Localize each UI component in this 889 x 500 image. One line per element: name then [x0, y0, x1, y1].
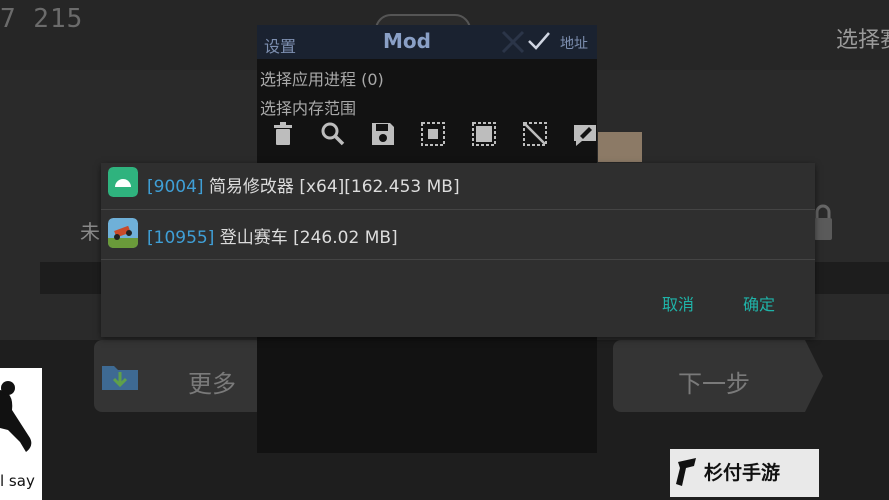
chip-icon[interactable]	[471, 121, 497, 147]
trash-icon[interactable]	[270, 121, 296, 147]
process-label: [10955] 登山赛车 [246.02 MB]	[147, 223, 398, 248]
android-icon	[108, 167, 138, 197]
select-memory-range-row[interactable]: 选择内存范围	[260, 95, 356, 119]
next-step-arrow	[805, 340, 823, 412]
close-icon[interactable]	[500, 30, 526, 54]
select-vehicle-label: 选择赛	[836, 28, 889, 53]
thumbnail-caption: l say	[0, 472, 35, 490]
tab-settings[interactable]: 设置	[264, 33, 296, 57]
select-process-row[interactable]: 选择应用进程 (0)	[260, 66, 384, 90]
figure-silhouette-icon	[0, 381, 32, 452]
edit-icon[interactable]	[572, 121, 598, 147]
next-step-label: 下一步	[678, 370, 750, 398]
game-score: 7 215	[0, 4, 84, 34]
process-divider	[101, 259, 815, 260]
modifier-title: Mod	[383, 29, 431, 53]
unlock-text: 未	[80, 220, 100, 244]
confirm-button[interactable]: 确定	[743, 291, 775, 315]
lock-icon	[814, 204, 832, 240]
process-pid: [9004]	[147, 177, 204, 197]
watermark-text: 杉付手游	[704, 462, 781, 484]
process-pid: [10955]	[147, 228, 215, 248]
search-icon[interactable]	[320, 121, 346, 147]
process-name: 简易修改器 [x64][162.453 MB]	[208, 177, 460, 197]
crop-off-icon[interactable]	[522, 121, 548, 147]
watermark-logo-icon	[676, 458, 696, 486]
select-region-icon[interactable]	[420, 121, 446, 147]
more-button-label: 更多	[188, 370, 236, 398]
check-icon[interactable]	[527, 30, 551, 52]
hill-climb-app-icon	[108, 218, 138, 248]
save-icon[interactable]	[370, 121, 396, 147]
tab-address[interactable]: 地址	[560, 33, 588, 53]
process-label: [9004] 简易修改器 [x64][162.453 MB]	[147, 172, 460, 197]
process-name: 登山赛车 [246.02 MB]	[219, 228, 398, 248]
crate-decoration	[598, 132, 642, 162]
folder-download-icon	[102, 366, 138, 390]
cancel-button[interactable]: 取消	[662, 291, 694, 315]
